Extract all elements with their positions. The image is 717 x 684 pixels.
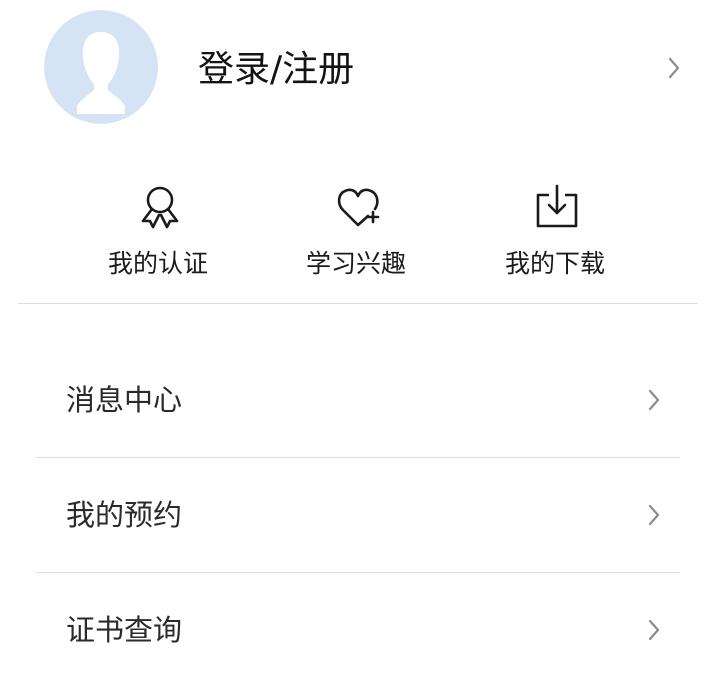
login-register-link[interactable]: 登录/注册 — [198, 46, 354, 94]
certification-ribbon-icon — [137, 183, 183, 229]
chevron-right-icon — [667, 56, 681, 80]
chevron-right-icon — [647, 618, 661, 642]
menu-item-message-center[interactable]: 消息中心 — [36, 342, 680, 458]
default-avatar-icon[interactable] — [44, 10, 158, 124]
quick-action-label: 我的认证 — [107, 249, 208, 278]
my-downloads-button[interactable]: 我的下载 — [475, 175, 635, 290]
chevron-right-icon — [647, 503, 661, 527]
my-certification-button[interactable]: 我的认证 — [78, 175, 238, 290]
quick-actions-bar: 我的认证 学习兴趣 我的下载 — [18, 175, 698, 304]
quick-action-label: 我的下载 — [504, 249, 605, 278]
quick-action-label: 学习兴趣 — [305, 249, 406, 278]
login-register-row[interactable]: 登录/注册 — [0, 0, 717, 135]
heart-plus-icon — [335, 183, 381, 229]
menu-item-my-appointments[interactable]: 我的预约 — [36, 457, 680, 573]
menu-item-label: 消息中心 — [66, 383, 183, 417]
profile-page: 登录/注册 我的认证 学习兴趣 我的下载 消息中心 我的预约 证书查询 — [0, 0, 717, 684]
menu-item-certificate-query[interactable]: 证书查询 — [36, 572, 680, 684]
learning-interests-button[interactable]: 学习兴趣 — [276, 175, 436, 290]
menu-item-label: 证书查询 — [66, 613, 183, 647]
download-tray-icon — [534, 183, 580, 229]
chevron-right-icon — [647, 388, 661, 412]
menu-item-label: 我的预约 — [66, 498, 183, 532]
